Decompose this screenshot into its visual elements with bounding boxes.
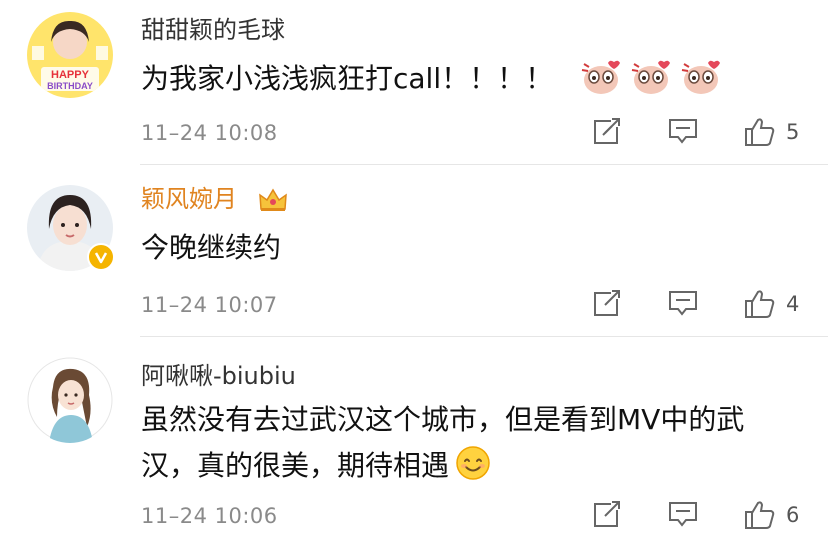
like-icon <box>745 118 775 146</box>
sticker-icon <box>681 60 720 94</box>
avatar[interactable]: HAPPY BIRTHDAY <box>27 12 113 98</box>
comment-button[interactable] <box>668 289 698 317</box>
forward-icon <box>594 500 621 527</box>
comment-item: HAPPY BIRTHDAY 甜甜颖的毛球 为我家小浅浅疯狂打call！！！！ <box>0 0 828 165</box>
username[interactable]: 颖风婉月 <box>141 184 237 214</box>
forward-button[interactable] <box>593 500 621 528</box>
comment-text: 今晚继续约 <box>141 231 282 264</box>
comment-actions: 6 <box>590 500 810 530</box>
verified-badge-icon <box>87 243 115 271</box>
comment-text: 虽然没有去过武汉这个城市，但是看到MV中的武汉，真的很美，期待相遇 <box>141 397 792 489</box>
username[interactable]: 阿啾啾-biubiu <box>141 361 296 391</box>
forward-button[interactable] <box>593 117 621 145</box>
like-count: 4 <box>786 292 800 316</box>
like-icon <box>745 501 775 529</box>
comment-button[interactable] <box>668 500 698 528</box>
forward-button[interactable] <box>593 289 621 317</box>
like-count: 5 <box>786 120 800 144</box>
forward-icon <box>594 289 621 316</box>
avatar-image: HAPPY BIRTHDAY <box>27 12 113 98</box>
smile-emoji-icon <box>456 446 490 480</box>
comment-time: 11–24 10:06 <box>141 504 278 528</box>
comment-text-content: 为我家小浅浅疯狂打call！！！！ <box>141 62 554 95</box>
sticker-group <box>580 56 722 96</box>
like-count: 6 <box>786 503 800 527</box>
comment-text-content: 虽然没有去过武汉这个城市，但是看到MV中的武汉，真的很美，期待相遇 <box>141 403 745 482</box>
comment-item: 颖风婉月 今晚继续约 11–24 10:07 4 <box>0 165 828 337</box>
avatar-caption-happy: HAPPY <box>51 69 90 81</box>
like-button[interactable] <box>744 289 776 319</box>
comment-icon <box>669 119 697 144</box>
comment-time: 11–24 10:08 <box>141 121 278 145</box>
like-icon <box>745 290 775 318</box>
avatar[interactable] <box>27 357 113 443</box>
username[interactable]: 甜甜颖的毛球 <box>141 15 285 45</box>
comment-actions: 5 <box>590 117 810 147</box>
comment-icon <box>669 291 697 316</box>
sticker-icon <box>581 60 620 94</box>
comment-item: 阿啾啾-biubiu 虽然没有去过武汉这个城市，但是看到MV中的武汉，真的很美，… <box>0 337 828 549</box>
sticker-icon <box>631 60 670 94</box>
comment-icon <box>669 502 697 527</box>
crown-icon <box>259 188 287 211</box>
comment-time: 11–24 10:07 <box>141 293 278 317</box>
like-button[interactable] <box>744 500 776 530</box>
comment-button[interactable] <box>668 117 698 145</box>
avatar-image <box>27 357 113 443</box>
forward-icon <box>594 117 621 144</box>
comment-actions: 4 <box>590 289 810 319</box>
like-button[interactable] <box>744 117 776 147</box>
avatar[interactable] <box>27 185 115 271</box>
avatar-caption-birthday: BIRTHDAY <box>47 81 93 91</box>
